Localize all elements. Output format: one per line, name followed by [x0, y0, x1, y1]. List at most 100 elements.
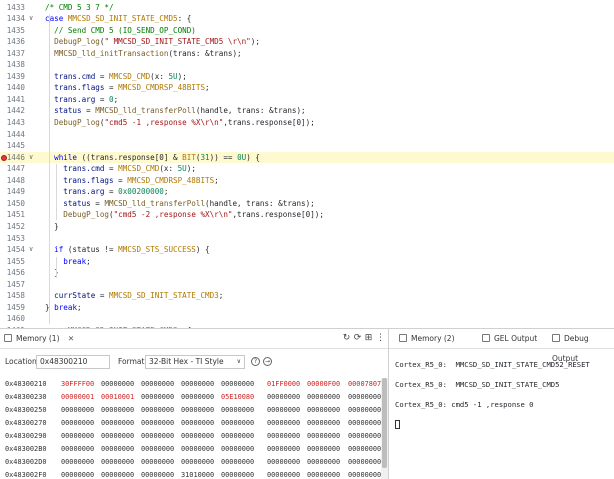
memory-scrollbar-thumb[interactable] [382, 378, 387, 468]
code-line[interactable]: 1460 [0, 313, 614, 325]
memory-value[interactable]: 00000000 [181, 378, 214, 391]
memory-value[interactable]: 00000000 [61, 404, 94, 417]
code-line[interactable]: 1435 // Send CMD 5 (IO_SEND_OP_COND) [0, 25, 614, 37]
code-line[interactable]: 1442 status = MMCSD_lld_transferPoll(han… [0, 105, 614, 117]
memory-value[interactable]: 00000000 [221, 404, 254, 417]
memory-grid[interactable]: 0x48300210 30FFFF00 00000000 00000000 000000… [0, 378, 381, 479]
memory-value[interactable]: 00000000 [348, 404, 381, 417]
memory-value[interactable]: 00000000 [221, 443, 254, 456]
code-line[interactable]: 1445 [0, 140, 614, 152]
code-line[interactable]: 1446 ∨ while ((trans.response[0] & BIT(31… [0, 151, 614, 164]
refresh-icon[interactable]: ↻ [341, 333, 352, 344]
memory-value[interactable]: 00000000 [348, 443, 381, 456]
new-view-icon[interactable]: ⊞ [363, 333, 374, 344]
memory-value[interactable]: 05E10080 [221, 391, 254, 404]
memory-value[interactable]: 00000000 [307, 404, 340, 417]
memory-value[interactable]: 00000000 [307, 443, 340, 456]
memory-value[interactable]: 00010001 [101, 391, 134, 404]
memory-value[interactable]: 00000000 [267, 469, 300, 479]
memory-value[interactable]: 00000000 [141, 443, 174, 456]
code-line[interactable]: 1458 currState = MMCSD_SD_INIT_STATE_CMD… [0, 290, 614, 302]
memory-value[interactable]: 00000000 [267, 456, 300, 469]
code-line[interactable]: 1456 } [0, 267, 614, 279]
memory-value[interactable]: 00000000 [141, 391, 174, 404]
memory-value[interactable]: 00000000 [307, 469, 340, 479]
code-line[interactable]: 1451 DebugP_log("cmd5 -2 ,response %X\r\… [0, 209, 614, 221]
memory-value[interactable]: 00000000 [307, 430, 340, 443]
tab-gel-output[interactable]: GEL Output [482, 329, 537, 349]
console-cursor[interactable] [395, 420, 400, 429]
memory-value[interactable]: 00000000 [101, 378, 134, 391]
memory-value[interactable]: 00000000 [181, 430, 214, 443]
tab-memory-2[interactable]: Memory (2) [399, 329, 455, 349]
memory-value[interactable]: 00000000 [307, 391, 340, 404]
fold-chevron-icon[interactable]: ∨ [29, 152, 37, 164]
memory-value[interactable]: 00000000 [61, 430, 94, 443]
memory-value[interactable]: 01FF0000 [267, 378, 300, 391]
memory-value[interactable]: 00000000 [61, 443, 94, 456]
memory-value[interactable]: 00000000 [141, 378, 174, 391]
memory-value[interactable]: 00000000 [61, 456, 94, 469]
code-line[interactable]: 1447 trans.cmd = MMCSD_CMD(x: 5U); [0, 163, 614, 175]
memory-value[interactable]: 00000000 [141, 417, 174, 430]
navigate-icon[interactable]: → [263, 357, 272, 366]
memory-value[interactable]: 00000001 [61, 391, 94, 404]
code-line[interactable]: 1438 [0, 59, 614, 71]
memory-value[interactable]: 00000000 [101, 469, 134, 479]
memory-value[interactable]: 00000000 [348, 391, 381, 404]
code-line[interactable]: 1437 MMCSD_lld_initTransaction(trans: &t… [0, 48, 614, 60]
code-line[interactable]: 1448 trans.flags = MMCSD_CMDRSP_48BITS; [0, 175, 614, 187]
memory-value[interactable]: 00000000 [181, 404, 214, 417]
memory-value[interactable]: 00000000 [267, 443, 300, 456]
code-editor[interactable]: 1433 /* CMD 5 3 7 */ 1434 ∨ case MMCSD_SD_IN… [0, 0, 614, 328]
memory-value[interactable]: 00000000 [221, 456, 254, 469]
code-line[interactable]: 1443 DebugP_log("cmd5 -1 ,response %X\r\… [0, 117, 614, 129]
memory-value[interactable]: 00000000 [307, 456, 340, 469]
memory-value[interactable]: 00000000 [61, 417, 94, 430]
memory-value[interactable]: 00000000 [101, 430, 134, 443]
memory-value[interactable]: 00000000 [307, 417, 340, 430]
memory-value[interactable]: 00000000 [221, 417, 254, 430]
memory-value[interactable]: 00000000 [348, 430, 381, 443]
code-line[interactable]: 1457 [0, 279, 614, 291]
memory-value[interactable]: 00000000 [267, 404, 300, 417]
memory-value[interactable]: 00000000 [181, 391, 214, 404]
memory-value[interactable]: 00000F00 [307, 378, 340, 391]
code-line[interactable]: 1449 trans.arg = 0x00200000; [0, 186, 614, 198]
memory-value[interactable]: 00000000 [101, 456, 134, 469]
memory-value[interactable]: 00000000 [267, 391, 300, 404]
tab-debug-output[interactable]: Debug Output [552, 329, 614, 363]
code-line[interactable]: 1439 trans.cmd = MMCSD_CMD(x: 5U); [0, 71, 614, 83]
memory-value[interactable]: 00007807 [348, 378, 381, 391]
memory-value[interactable]: 30FFFF00 [61, 378, 94, 391]
code-line[interactable]: 1441 trans.arg = 0; [0, 94, 614, 106]
memory-value[interactable]: 00000000 [348, 417, 381, 430]
memory-value[interactable]: 00000000 [348, 456, 381, 469]
help-icon[interactable]: ? [251, 357, 260, 366]
code-line[interactable]: 1436 DebugP_log(" MMCSD_SD_INIT_STATE_CM… [0, 36, 614, 48]
memory-value[interactable]: 00000000 [267, 430, 300, 443]
code-line[interactable]: 1453 [0, 233, 614, 245]
code-line[interactable]: 1452 } [0, 221, 614, 233]
fold-chevron-icon[interactable]: ∨ [29, 13, 37, 25]
memory-value[interactable]: 00000000 [267, 417, 300, 430]
memory-value[interactable]: 00000000 [61, 469, 94, 479]
memory-value[interactable]: 00000000 [181, 417, 214, 430]
debug-console[interactable]: Cortex_R5_0: MMCSD_SD_INIT_STATE_CMD52_R… [395, 359, 611, 439]
memory-scrollbar[interactable] [381, 378, 388, 479]
memory-value[interactable]: 00000000 [141, 456, 174, 469]
code-line[interactable]: 1450 status = MMCSD_lld_transferPoll(han… [0, 198, 614, 210]
memory-value[interactable]: 00000000 [221, 430, 254, 443]
memory-value[interactable]: 00000000 [141, 404, 174, 417]
format-select[interactable]: 32-Bit Hex - TI Style ∨ [145, 355, 245, 369]
memory-value[interactable]: 31010000 [181, 469, 214, 479]
sync-icon[interactable]: ⟳ [352, 333, 363, 344]
memory-value[interactable]: 00000000 [221, 469, 254, 479]
code-line[interactable]: 1444 [0, 129, 614, 141]
memory-value[interactable]: 00000000 [141, 469, 174, 479]
memory-value[interactable]: 00000000 [101, 443, 134, 456]
tab-memory-1[interactable]: Memory (1) ✕ [4, 329, 74, 349]
memory-value[interactable]: 00000000 [181, 443, 214, 456]
location-input[interactable]: 0x48300210 [36, 355, 110, 369]
code-line[interactable]: 1440 trans.flags = MMCSD_CMDRSP_48BITS; [0, 82, 614, 94]
